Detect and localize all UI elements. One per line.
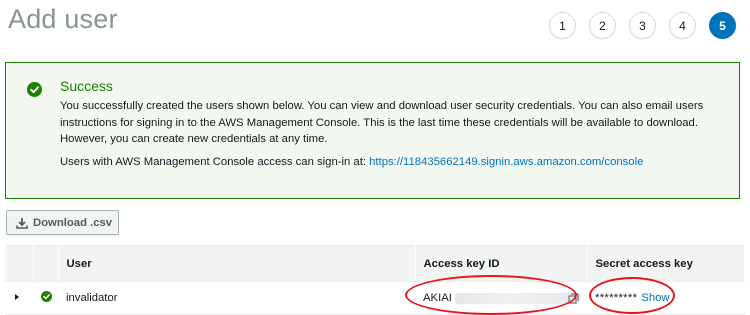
- page-title: Add user: [8, 4, 118, 34]
- user-cell: invalidator: [58, 281, 415, 315]
- caret-right-icon[interactable]: [13, 293, 21, 301]
- users-table: User Access key ID Secret access key inv…: [5, 245, 745, 315]
- header-status: [33, 245, 59, 282]
- check-circle-icon: [41, 291, 52, 302]
- secret-key-cell: ********* Show: [587, 281, 745, 315]
- console-signin-text: Users with AWS Management Console access…: [60, 156, 643, 168]
- console-signin-label: Users with AWS Management Console access…: [60, 156, 366, 168]
- header-expand: [5, 245, 34, 282]
- check-circle-icon: [27, 82, 42, 97]
- access-key-cell: AKIAI: [415, 281, 587, 315]
- table-header-row: User Access key ID Secret access key: [5, 245, 745, 282]
- access-key-id: AKIAI: [423, 292, 452, 304]
- status-cell: [33, 281, 58, 315]
- expand-cell[interactable]: [5, 281, 33, 315]
- secret-key-masked: *********: [595, 292, 638, 304]
- access-key-redacted: [454, 292, 580, 304]
- table-row: invalidator AKIAI ********* Show: [5, 281, 745, 315]
- header-access-key-id[interactable]: Access key ID: [415, 245, 588, 282]
- console-signin-link[interactable]: https://118435662149.signin.aws.amazon.c…: [369, 156, 643, 168]
- success-alert: Success You successfully created the use…: [5, 62, 740, 199]
- copy-icon[interactable]: [568, 293, 579, 304]
- download-icon: [16, 217, 28, 229]
- step-1[interactable]: 1: [549, 12, 576, 39]
- download-csv-button[interactable]: Download .csv: [6, 210, 119, 235]
- header-user[interactable]: User: [58, 245, 416, 282]
- alert-message: You successfully created the users shown…: [60, 100, 704, 145]
- show-secret-link[interactable]: Show: [641, 292, 669, 304]
- step-2[interactable]: 2: [589, 12, 616, 39]
- wizard-steps: 1 2 3 4 5: [549, 12, 736, 39]
- header-secret-access-key[interactable]: Secret access key: [587, 245, 745, 282]
- download-csv-label: Download .csv: [33, 216, 113, 229]
- step-5[interactable]: 5: [709, 12, 736, 39]
- alert-title: Success: [60, 78, 113, 94]
- step-4[interactable]: 4: [669, 12, 696, 39]
- step-3[interactable]: 3: [629, 12, 656, 39]
